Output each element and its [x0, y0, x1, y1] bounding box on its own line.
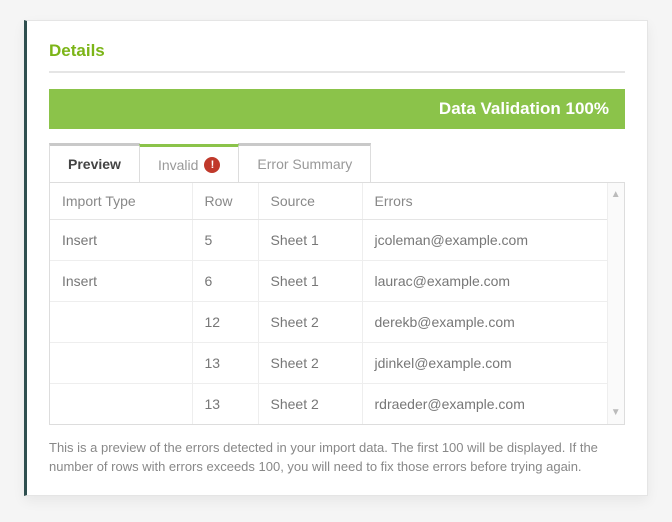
cell-import-type: Insert [50, 261, 192, 302]
cell-import-type: Insert [50, 220, 192, 261]
cell-errors: rdraeder@example.com [362, 384, 607, 425]
cell-import-type [50, 302, 192, 343]
errors-table-container: Import Type Row Source Errors Insert 5 S… [49, 182, 625, 425]
table-row: Insert 5 Sheet 1 jcoleman@example.com [50, 220, 607, 261]
cell-row: 13 [192, 384, 258, 425]
tab-label: Error Summary [257, 156, 352, 172]
col-header-errors: Errors [362, 183, 607, 220]
cell-row: 13 [192, 343, 258, 384]
details-panel: Details Data Validation 100% Preview Inv… [24, 20, 648, 496]
tab-label: Preview [68, 156, 121, 172]
cell-row: 5 [192, 220, 258, 261]
col-header-source: Source [258, 183, 362, 220]
cell-import-type [50, 384, 192, 425]
table-row: Insert 6 Sheet 1 laurac@example.com [50, 261, 607, 302]
tab-error-summary[interactable]: Error Summary [238, 143, 371, 182]
scroll-up-arrow-icon[interactable]: ▲ [611, 189, 621, 200]
cell-source: Sheet 1 [258, 220, 362, 261]
cell-source: Sheet 2 [258, 302, 362, 343]
table-row: 12 Sheet 2 derekb@example.com [50, 302, 607, 343]
scroll-down-arrow-icon[interactable]: ▼ [611, 407, 621, 418]
cell-import-type [50, 343, 192, 384]
table-row: 13 Sheet 2 rdraeder@example.com [50, 384, 607, 425]
cell-row: 6 [192, 261, 258, 302]
col-header-row: Row [192, 183, 258, 220]
cell-source: Sheet 1 [258, 261, 362, 302]
section-title: Details [49, 41, 625, 73]
footer-note: This is a preview of the errors detected… [49, 439, 625, 477]
tab-preview[interactable]: Preview [49, 143, 140, 182]
tab-strip: Preview Invalid ! Error Summary [49, 143, 625, 182]
cell-errors: derekb@example.com [362, 302, 607, 343]
vertical-scrollbar[interactable]: ▲ ▼ [607, 183, 624, 424]
tab-label: Invalid [158, 157, 198, 173]
table-header-row: Import Type Row Source Errors [50, 183, 607, 220]
tab-invalid[interactable]: Invalid ! [139, 144, 239, 183]
cell-errors: jcoleman@example.com [362, 220, 607, 261]
col-header-import-type: Import Type [50, 183, 192, 220]
table-row: 13 Sheet 2 jdinkel@example.com [50, 343, 607, 384]
warning-icon: ! [204, 157, 220, 173]
validation-status-bar: Data Validation 100% [49, 89, 625, 129]
cell-errors: laurac@example.com [362, 261, 607, 302]
errors-table: Import Type Row Source Errors Insert 5 S… [50, 183, 607, 424]
cell-source: Sheet 2 [258, 343, 362, 384]
cell-errors: jdinkel@example.com [362, 343, 607, 384]
cell-source: Sheet 2 [258, 384, 362, 425]
cell-row: 12 [192, 302, 258, 343]
